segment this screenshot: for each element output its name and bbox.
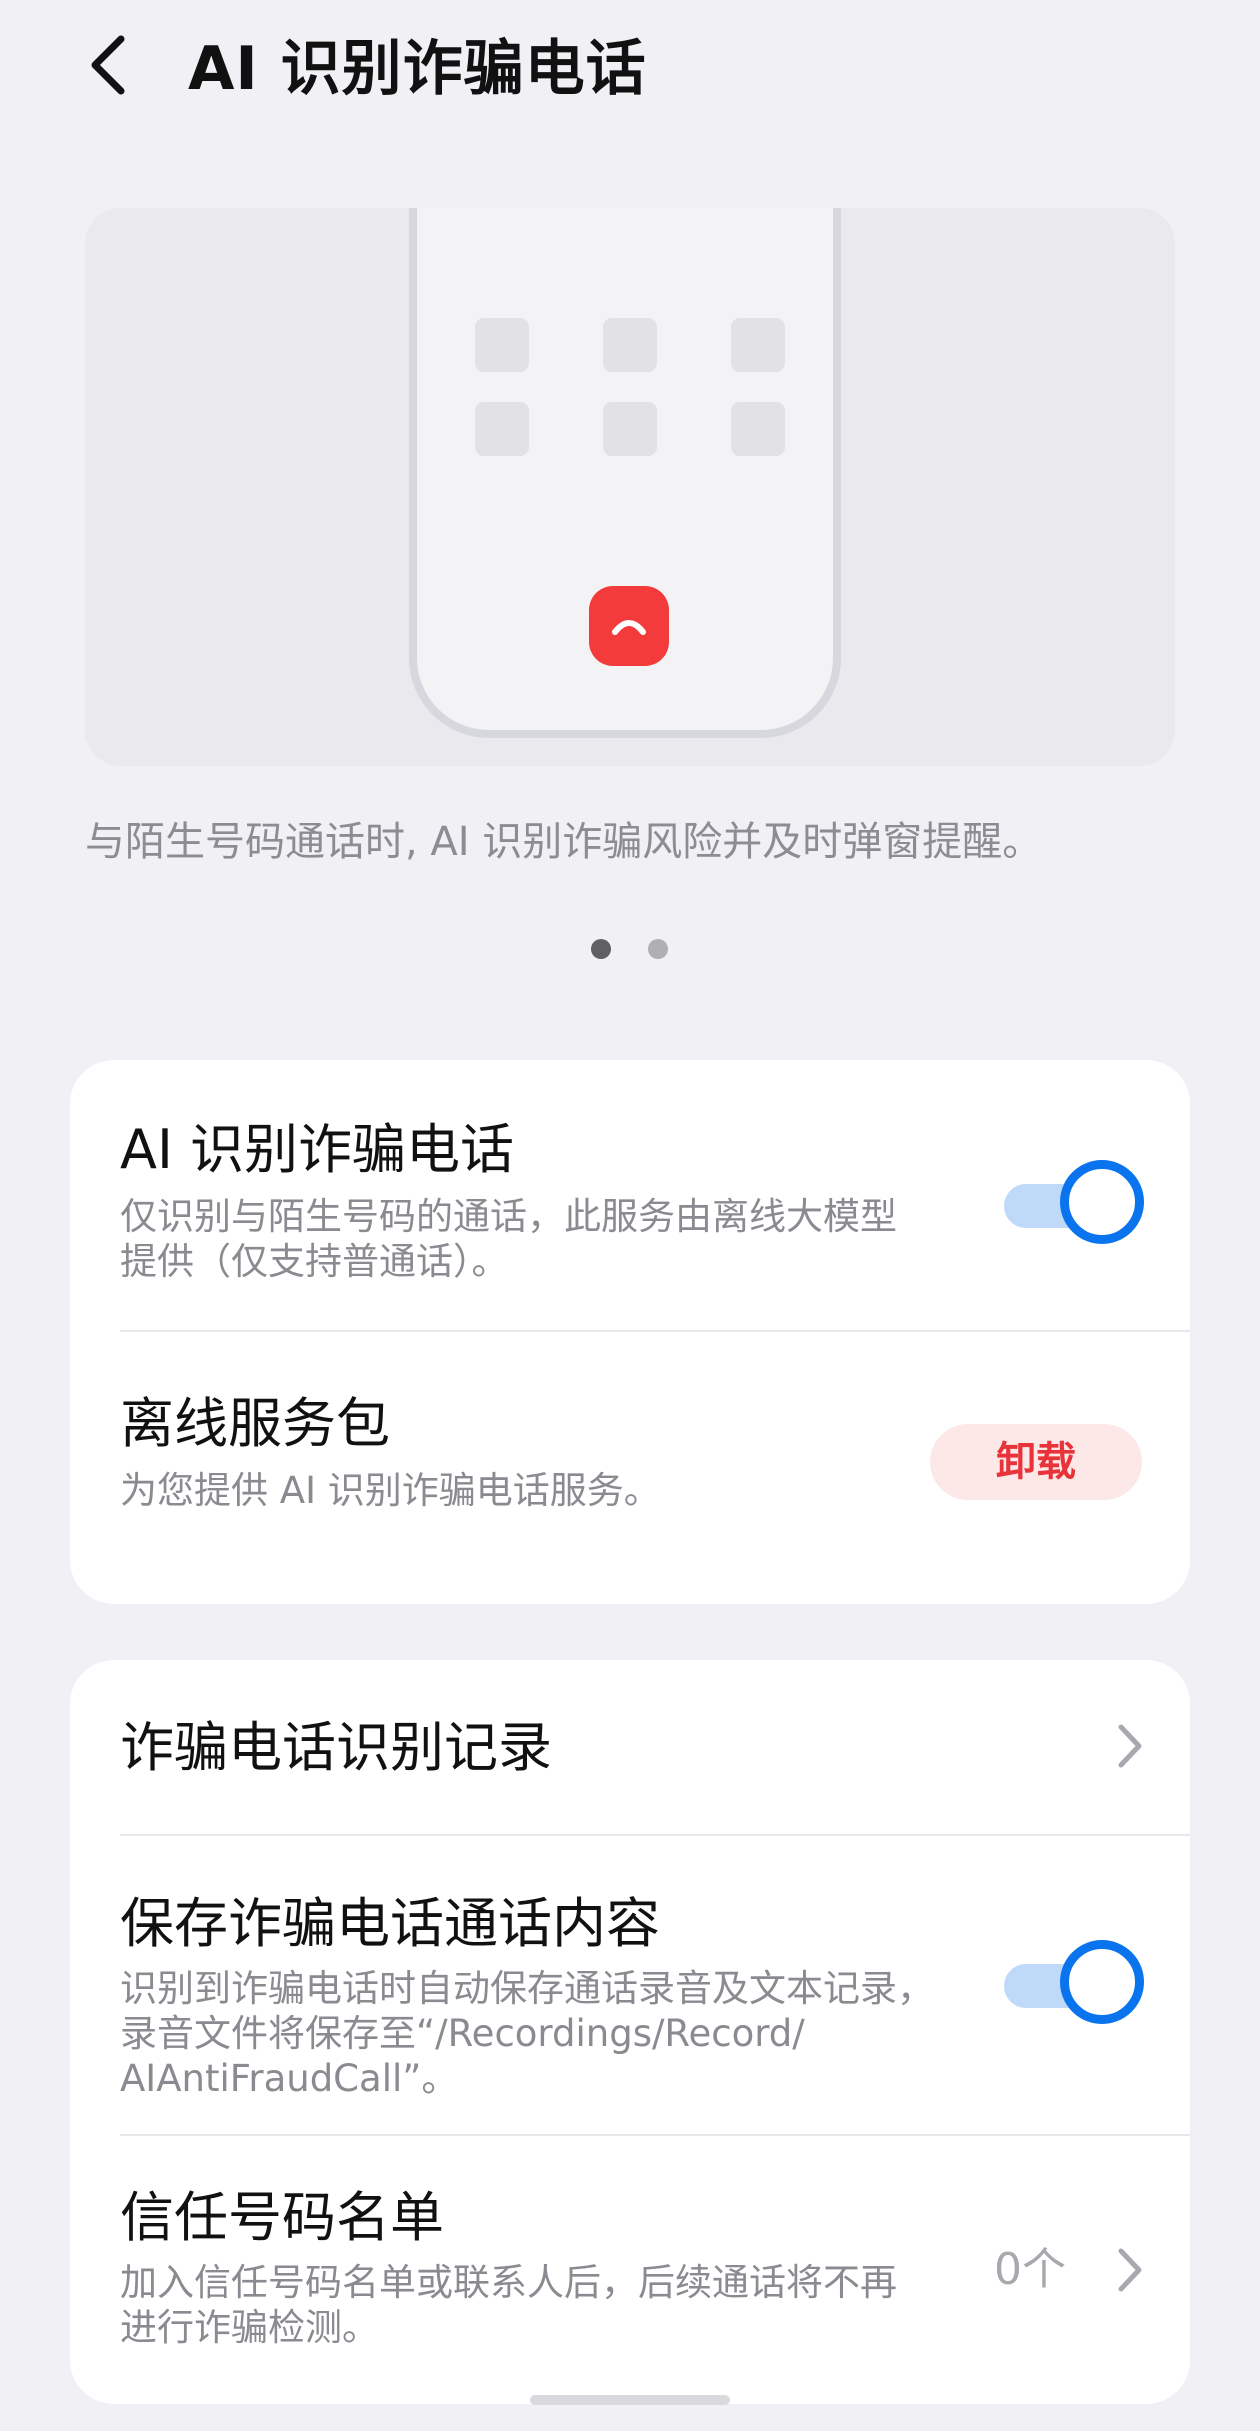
offline-pack-desc: 为您提供 AI 识别诈骗电话服务。 bbox=[120, 1469, 661, 1512]
trust-list-desc-line1: 加入信任号码名单或联系人后，后续通话将不再 bbox=[120, 2261, 897, 2304]
save-content-desc-line3: AIAntiFraudCall”。 bbox=[120, 2057, 459, 2100]
chevron-right-icon bbox=[1110, 1716, 1150, 1776]
app-tile bbox=[475, 402, 529, 456]
app-tile bbox=[731, 402, 785, 456]
offline-pack-title: 离线服务包 bbox=[120, 1392, 390, 1455]
page-indicator-dot-active[interactable] bbox=[591, 939, 611, 959]
ai-detect-toggle[interactable] bbox=[1004, 1160, 1144, 1244]
trust-list-title: 信任号码名单 bbox=[120, 2186, 444, 2249]
app-tile bbox=[731, 318, 785, 372]
settings-card-ai-detection: AI 识别诈骗电话 仅识别与陌生号码的通话，此服务由离线大模型 提供（仅支持普通… bbox=[70, 1060, 1190, 1604]
toggle-knob bbox=[1060, 1940, 1144, 2024]
records-title: 诈骗电话识别记录 bbox=[120, 1716, 552, 1779]
app-tile bbox=[603, 402, 657, 456]
ai-detect-desc-line1: 仅识别与陌生号码的通话，此服务由离线大模型 bbox=[120, 1195, 897, 1238]
chevron-right-icon bbox=[1110, 2240, 1150, 2300]
home-indicator[interactable] bbox=[530, 2395, 730, 2405]
back-button[interactable] bbox=[62, 22, 152, 112]
records-row[interactable]: 诈骗电话识别记录 bbox=[70, 1660, 1190, 1836]
save-content-desc-line2: 录音文件将保存至“/Recordings/Record/ bbox=[120, 2012, 805, 2055]
top-app-bar: AI 识别诈骗电话 bbox=[0, 0, 1260, 140]
save-content-title: 保存诈骗电话通话内容 bbox=[120, 1892, 660, 1955]
save-content-desc-line1: 识别到诈骗电话时自动保存通话录音及文本记录， bbox=[120, 1967, 934, 2010]
app-tile bbox=[603, 318, 657, 372]
page-indicator-dot[interactable] bbox=[648, 939, 668, 959]
trust-count-value: 0个 bbox=[994, 2244, 1066, 2295]
toggle-knob bbox=[1060, 1160, 1144, 1244]
save-content-row[interactable]: 保存诈骗电话通话内容 识别到诈骗电话时自动保存通话录音及文本记录， 录音文件将保… bbox=[70, 1836, 1190, 2136]
trust-list-desc-line2: 进行诈骗检测。 bbox=[120, 2306, 379, 2349]
ai-detect-title: AI 识别诈骗电话 bbox=[120, 1118, 515, 1181]
save-content-toggle[interactable] bbox=[1004, 1940, 1144, 2024]
uninstall-button[interactable]: 卸载 bbox=[930, 1424, 1142, 1500]
hang-up-icon bbox=[589, 586, 669, 666]
carousel-caption: 与陌生号码通话时, AI 识别诈骗风险并及时弹窗提醒。 bbox=[85, 819, 1043, 865]
feature-illustration[interactable] bbox=[85, 208, 1175, 766]
settings-card-records: 诈骗电话识别记录 保存诈骗电话通话内容 识别到诈骗电话时自动保存通话录音及文本记… bbox=[70, 1660, 1190, 2404]
ai-detect-row[interactable]: AI 识别诈骗电话 仅识别与陌生号码的通话，此服务由离线大模型 提供（仅支持普通… bbox=[70, 1060, 1190, 1330]
ai-detect-desc-line2: 提供（仅支持普通话）。 bbox=[120, 1240, 509, 1283]
page-title: AI 识别诈骗电话 bbox=[188, 34, 647, 104]
app-tile bbox=[475, 318, 529, 372]
back-arrow-icon bbox=[85, 33, 129, 101]
